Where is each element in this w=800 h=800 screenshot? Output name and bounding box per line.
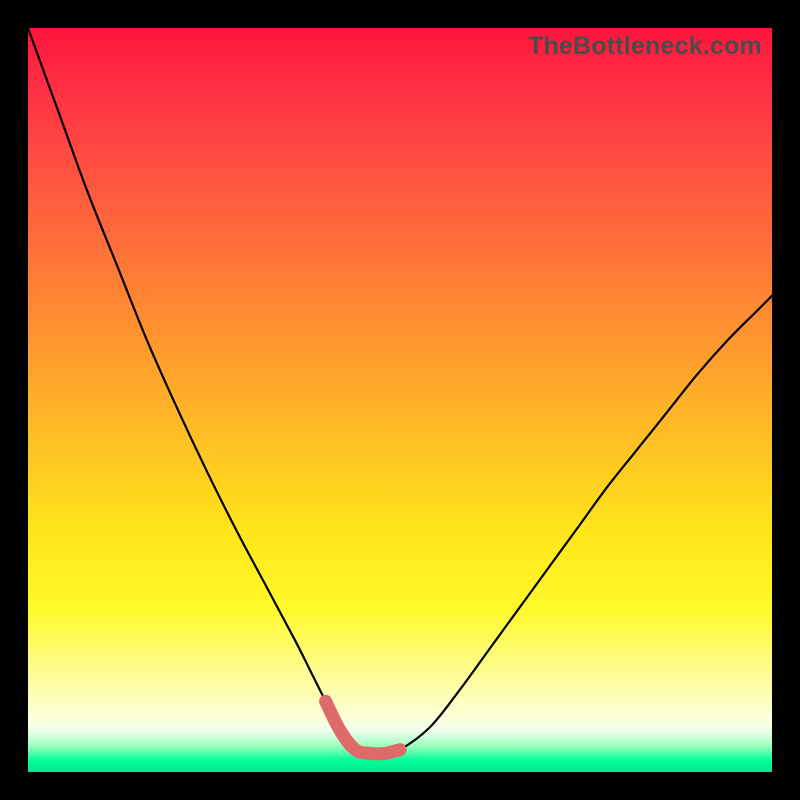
chart-frame: TheBottleneck.com <box>28 28 772 772</box>
valley-highlight-line <box>326 701 400 754</box>
bottleneck-plot <box>28 28 772 772</box>
bottleneck-curve-line <box>28 28 772 754</box>
